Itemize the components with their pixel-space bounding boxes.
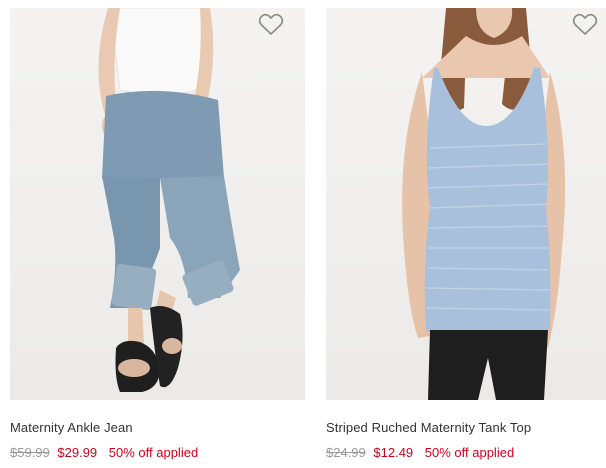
product-name[interactable]: Striped Ruched Maternity Tank Top: [326, 420, 531, 435]
favorite-button[interactable]: [256, 10, 286, 40]
favorite-button[interactable]: [570, 10, 600, 40]
promo-text: 50% off applied: [424, 445, 515, 460]
heart-outline-icon: [258, 13, 284, 35]
original-price: $59.99: [10, 445, 50, 460]
product-image[interactable]: [10, 8, 305, 400]
promo-text: 50% off applied: [108, 445, 199, 460]
sale-price: $29.99: [57, 445, 98, 460]
price-row: $59.99 $29.99 50% off applied: [10, 445, 198, 460]
price-row: $24.99 $12.49 50% off applied: [326, 445, 514, 460]
jeans-model-illustration: [98, 8, 240, 392]
product-name[interactable]: Maternity Ankle Jean: [10, 420, 133, 435]
product-image[interactable]: [326, 8, 606, 400]
sale-price: $12.49: [373, 445, 414, 460]
original-price: $24.99: [326, 445, 366, 460]
heart-outline-icon: [572, 13, 598, 35]
tank-top-model-illustration: [402, 8, 566, 400]
